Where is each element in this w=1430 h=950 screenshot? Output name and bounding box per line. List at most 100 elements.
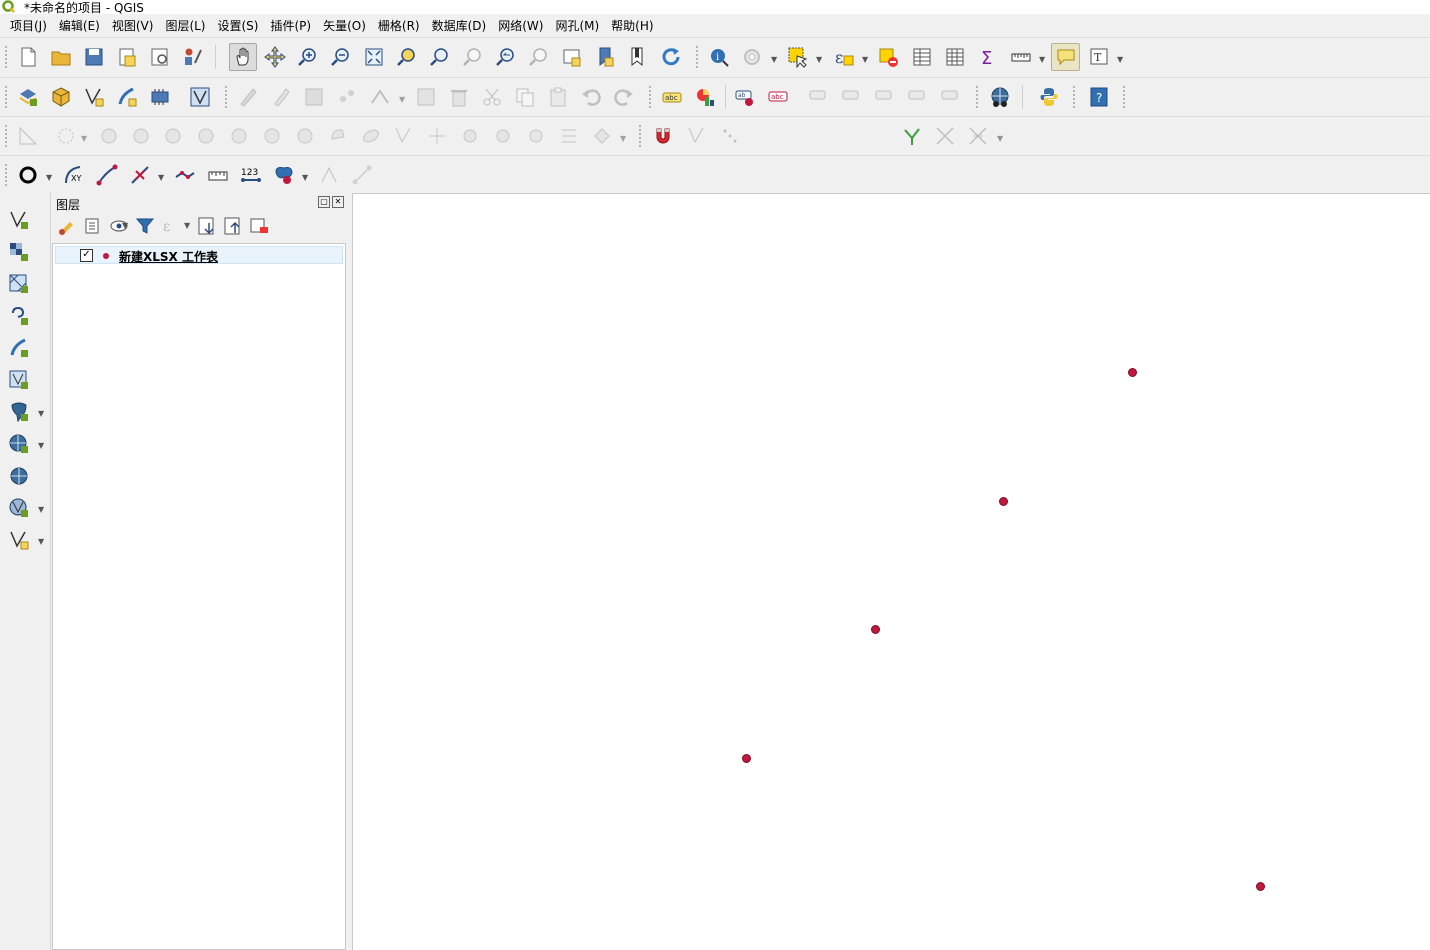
toolbar-grip[interactable]	[1072, 85, 1076, 109]
open-attribute-table-icon[interactable]	[909, 44, 935, 70]
select-expression-dropdown-icon[interactable]: ▼	[862, 55, 868, 64]
plugin-globe-icon[interactable]	[987, 84, 1013, 110]
fill-ring-icon[interactable]	[259, 123, 285, 149]
pin-labels-icon[interactable]	[806, 84, 832, 110]
layer-diagram-options-icon[interactable]	[692, 84, 718, 110]
wfs-layers-dropdown-icon[interactable]: ▼	[38, 505, 44, 514]
select-features-icon[interactable]	[785, 44, 811, 70]
annotation-dropdown-icon[interactable]: ▼	[1117, 55, 1123, 64]
new-layer-dropdown-icon[interactable]: ▼	[38, 537, 44, 546]
run-action-icon[interactable]	[739, 44, 765, 70]
cut-features-icon[interactable]	[479, 84, 505, 110]
vertex-tool-dropdown-icon[interactable]: ▼	[399, 95, 405, 104]
python-console-icon[interactable]	[1036, 84, 1062, 110]
toolbar-grip[interactable]	[4, 163, 8, 187]
identify-features-icon[interactable]: i	[706, 44, 732, 70]
snapping-mode-icon[interactable]	[717, 123, 743, 149]
add-measure-label-icon[interactable]: 123	[238, 162, 264, 188]
show-hide-labels-icon[interactable]	[839, 84, 865, 110]
zoom-in-icon[interactable]	[295, 44, 321, 70]
add-vertex-icon[interactable]	[127, 162, 153, 188]
tracing-icon[interactable]	[965, 123, 991, 149]
menu-plugins[interactable]: 插件(P)	[264, 16, 317, 36]
undo-icon[interactable]	[578, 84, 604, 110]
add-wms-layer-icon[interactable]	[6, 431, 32, 457]
toolbar-grip[interactable]	[1122, 85, 1126, 109]
add-wfs-layer-icon[interactable]	[6, 495, 32, 521]
show-bookmarks-icon[interactable]	[625, 44, 651, 70]
new-virtual-layer-icon[interactable]	[187, 84, 213, 110]
expand-all-icon[interactable]	[196, 215, 218, 237]
menu-settings[interactable]: 设置(S)	[212, 16, 265, 36]
select-by-expression-icon[interactable]: ε	[831, 44, 857, 70]
zoom-native-resolution-icon[interactable]	[460, 44, 486, 70]
toggle-display-labels-icon[interactable]: abc	[765, 84, 791, 110]
toolbar-grip[interactable]	[224, 85, 228, 109]
map-point-feature[interactable]	[870, 625, 880, 634]
menu-project[interactable]: 项目(J)	[4, 16, 53, 36]
save-layer-edits-icon[interactable]	[301, 84, 327, 110]
measure-geometry-icon[interactable]	[349, 162, 375, 188]
zoom-to-layer-icon[interactable]	[427, 44, 453, 70]
add-part-icon[interactable]	[226, 123, 252, 149]
filter-legend-icon[interactable]	[134, 215, 156, 237]
delete-part-icon[interactable]	[325, 123, 351, 149]
filter-expression-dropdown-icon[interactable]: ▼	[184, 221, 190, 230]
close-panel-icon[interactable]: ✕	[332, 196, 344, 208]
toolbar-grip[interactable]	[4, 124, 8, 148]
rotate-symbols-dropdown-icon[interactable]: ▼	[620, 134, 626, 143]
toolbar-grip[interactable]	[4, 85, 8, 109]
add-circle-dropdown-icon[interactable]: ▼	[46, 173, 52, 182]
modify-attributes-icon[interactable]	[413, 84, 439, 110]
rotate-feature-icon[interactable]	[128, 123, 154, 149]
toolbar-grip[interactable]	[648, 85, 652, 109]
add-vector-layer-icon[interactable]	[6, 207, 32, 233]
measure-line-icon[interactable]	[1008, 44, 1034, 70]
style-layer-icon[interactable]	[56, 215, 78, 237]
data-source-manager-icon[interactable]	[15, 84, 41, 110]
rotate-point-symbols-icon[interactable]	[589, 123, 615, 149]
text-annotation-icon[interactable]: T	[1086, 44, 1112, 70]
snapping-intersection-icon[interactable]	[932, 123, 958, 149]
map-point-feature[interactable]	[999, 496, 1008, 506]
remove-layer-icon[interactable]	[248, 215, 270, 237]
menu-edit[interactable]: 编辑(E)	[53, 16, 106, 36]
menu-view[interactable]: 视图(V)	[106, 16, 160, 36]
shape-digitize-dropdown-icon[interactable]: ▼	[81, 134, 87, 143]
deselect-all-icon[interactable]	[876, 44, 902, 70]
menu-help[interactable]: 帮助(H)	[605, 16, 659, 36]
measure-dropdown-icon[interactable]: ▼	[1039, 55, 1045, 64]
delete-ring-icon[interactable]	[292, 123, 318, 149]
map-point-feature[interactable]	[1127, 368, 1137, 377]
toolbar-grip[interactable]	[4, 45, 8, 69]
change-label-icon[interactable]	[938, 84, 964, 110]
layer-tree-item[interactable]: ✓ 新建XLSX 工作表	[55, 246, 343, 264]
topological-editing-icon[interactable]	[899, 123, 925, 149]
open-field-calculator-icon[interactable]	[942, 44, 968, 70]
merge-features-icon[interactable]	[556, 123, 582, 149]
save-project-icon[interactable]	[81, 44, 107, 70]
show-statistical-summary-icon[interactable]: Σ	[975, 44, 1001, 70]
zoom-next-icon[interactable]	[526, 44, 552, 70]
toolbar-grip[interactable]	[975, 85, 979, 109]
trim-extend-icon[interactable]	[457, 123, 483, 149]
current-edits-icon[interactable]	[235, 84, 261, 110]
pan-to-selection-icon[interactable]	[262, 44, 288, 70]
map-point-feature[interactable]	[1256, 882, 1265, 891]
map-canvas[interactable]	[352, 193, 1430, 950]
map-point-feature[interactable]	[742, 753, 751, 763]
layer-visibility-checkbox[interactable]: ✓	[80, 249, 93, 262]
new-spatialite-layer-icon[interactable]	[114, 84, 140, 110]
new-temporary-scratch-layer-icon[interactable]	[147, 84, 173, 110]
redo-icon[interactable]	[611, 84, 637, 110]
new-print-layout-icon[interactable]	[114, 44, 140, 70]
move-feature-icon[interactable]	[96, 123, 122, 149]
add-xy-point-icon[interactable]: XY	[61, 162, 87, 188]
add-point-feature-icon[interactable]	[334, 84, 360, 110]
add-group-icon[interactable]	[82, 215, 104, 237]
new-shapefile-layer-icon[interactable]	[81, 84, 107, 110]
tracing-dropdown-icon[interactable]: ▼	[997, 134, 1003, 143]
add-ring-icon[interactable]	[193, 123, 219, 149]
add-wcs-layer-icon[interactable]	[6, 463, 32, 489]
add-raster-layer-icon[interactable]	[6, 239, 32, 265]
